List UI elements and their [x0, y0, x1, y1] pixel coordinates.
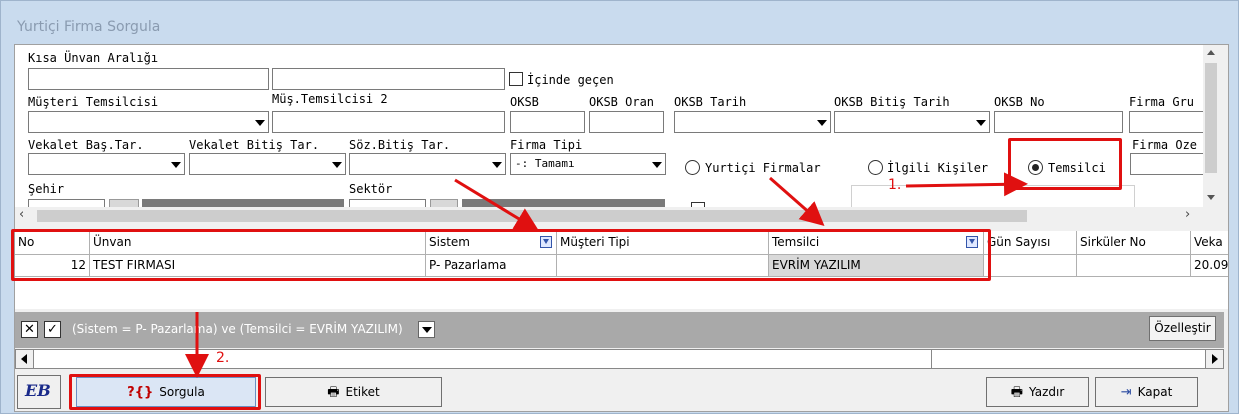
annotation-box-temsilci: [1008, 138, 1122, 190]
customize-button[interactable]: Özelleştir: [1149, 316, 1216, 341]
vekalet-bitis-combo[interactable]: [189, 153, 346, 175]
etiket-button[interactable]: 🖶 Etiket: [265, 377, 442, 407]
exit-door-icon: ⇥: [1120, 385, 1132, 400]
mus-temsilcisi2-label: Müş.Temsilcisi 2: [272, 92, 388, 106]
scroll-left-button[interactable]: [16, 350, 34, 368]
scroll-thumb[interactable]: [1205, 63, 1217, 173]
scroll-thumb[interactable]: [37, 210, 1027, 222]
scroll-thumb-edge: [931, 350, 932, 368]
annotation-step1: 1.: [888, 177, 902, 193]
icinde-gecen-label: İçinde geçen: [527, 73, 614, 87]
soz-bitis-label: Söz.Bitiş Tar.: [349, 138, 451, 152]
column-header-sirkuler-no[interactable]: Sirküler No: [1077, 231, 1191, 255]
musteri-temsilcisi-label: Müşteri Temsilcisi: [28, 95, 159, 109]
oksb-bitis-label: OKSB Bitiş Tarih: [834, 95, 950, 109]
radio-yurtici[interactable]: [685, 160, 700, 175]
filter-history-dropdown[interactable]: [418, 321, 435, 338]
annotation-box-grid: [11, 229, 991, 281]
arrow-right-icon: [1212, 354, 1218, 364]
filter-expression[interactable]: (Sistem = P- Pazarlama) ve (Temsilci = E…: [72, 322, 403, 336]
kisa-unvan-to-input[interactable]: [272, 68, 505, 90]
oksb-bitis-combo[interactable]: [834, 111, 990, 133]
form-horizontal-scrollbar[interactable]: ‹ ›: [15, 207, 1203, 225]
filter-bar: ✕ ✓ (Sistem = P- Pazarlama) ve (Temsilci…: [15, 312, 1224, 348]
chevron-down-icon: [492, 162, 502, 168]
table-cell-sirkuler[interactable]: [1077, 255, 1191, 277]
column-header-veka[interactable]: Veka: [1191, 231, 1228, 255]
radio-ilgili[interactable]: [868, 160, 883, 175]
annotation-box-sorgula: [69, 374, 261, 410]
oksb-tarih-combo[interactable]: [674, 111, 831, 133]
arrow-left-icon: [21, 354, 27, 364]
firma-tipi-combo[interactable]: -: Tamamı: [510, 153, 666, 175]
chevron-down-icon: [171, 162, 181, 168]
kapat-label: Kapat: [1137, 385, 1173, 399]
chevron-down-icon: [332, 162, 342, 168]
vekalet-bas-label: Vekalet Baş.Tar.: [28, 138, 144, 152]
radio-ilgili-label: İlgili Kişiler: [887, 161, 989, 175]
oksb-oran-label: OKSB Oran: [589, 95, 655, 109]
scroll-right-button[interactable]: [1205, 350, 1223, 368]
firma-tipi-value: -: Tamamı: [515, 157, 575, 170]
chevron-down-icon: [976, 120, 986, 126]
soz-bitis-combo[interactable]: [349, 153, 506, 175]
vekalet-bitis-label: Vekalet Bitiş Tar.: [189, 138, 320, 152]
icinde-gecen-checkbox[interactable]: [509, 72, 523, 86]
chevron-down-icon: [817, 120, 827, 126]
scroll-down-icon[interactable]: [1207, 195, 1215, 200]
oksb-input[interactable]: [510, 111, 585, 133]
scroll-up-icon[interactable]: [1207, 50, 1215, 55]
table-cell-gun-sayisi[interactable]: [984, 255, 1077, 277]
mus-temsilcisi2-input[interactable]: [272, 111, 505, 133]
firma-oze-input[interactable]: [1130, 153, 1203, 175]
oksb-no-label: OKSB No: [994, 95, 1045, 109]
form-vertical-scrollbar[interactable]: [1203, 45, 1219, 208]
kisa-unvan-label: Kısa Ünvan Aralığı: [28, 51, 159, 65]
yazdir-label: Yazdır: [1029, 385, 1065, 399]
oksb-no-input[interactable]: [994, 111, 1123, 133]
scroll-right-icon[interactable]: ›: [1185, 207, 1190, 222]
oksb-tarih-label: OKSB Tarih: [674, 95, 747, 109]
sehir-label: Şehir: [28, 182, 65, 196]
print-preview-icon: 🖶: [1010, 385, 1024, 400]
firma-oze-label: Firma Oze: [1132, 138, 1198, 152]
column-header-gun-sayisi[interactable]: Gün Sayısı: [984, 231, 1077, 255]
kapat-button[interactable]: ⇥ Kapat: [1095, 377, 1198, 407]
oksb-oran-input[interactable]: [589, 111, 664, 133]
yazdir-button[interactable]: 🖶 Yazdır: [986, 377, 1089, 407]
firma-tipi-label: Firma Tipi: [510, 138, 583, 152]
etiket-label: Etiket: [345, 385, 380, 399]
musteri-temsilcisi-combo[interactable]: [28, 111, 269, 133]
close-filter-icon[interactable]: ✕: [21, 321, 38, 338]
logo-button[interactable]: EB: [17, 375, 61, 409]
firma-grubu-input[interactable]: [1129, 111, 1203, 133]
sektor-label: Sektör: [349, 182, 393, 196]
grid-horizontal-scrollbar[interactable]: [15, 349, 1224, 369]
firma-grubu-label: Firma Gru: [1129, 95, 1195, 109]
filter-enabled-checkbox[interactable]: ✓: [44, 321, 61, 338]
table-cell-veka[interactable]: 20.09: [1191, 255, 1228, 277]
oksb-label: OKSB: [510, 95, 539, 109]
scroll-left-icon[interactable]: ‹: [19, 207, 24, 222]
window-title: Yurtiçi Firma Sorgula: [17, 19, 161, 35]
printer-icon: 🖶: [327, 385, 340, 400]
kisa-unvan-from-input[interactable]: [28, 68, 269, 90]
logo-text: EB: [25, 381, 51, 400]
chevron-down-icon: [255, 120, 265, 126]
radio-yurtici-label: Yurtiçi Firmalar: [705, 161, 821, 175]
chevron-down-icon: [652, 162, 662, 168]
annotation-step2: 2.: [216, 350, 230, 366]
vekalet-bas-combo[interactable]: [28, 153, 185, 175]
